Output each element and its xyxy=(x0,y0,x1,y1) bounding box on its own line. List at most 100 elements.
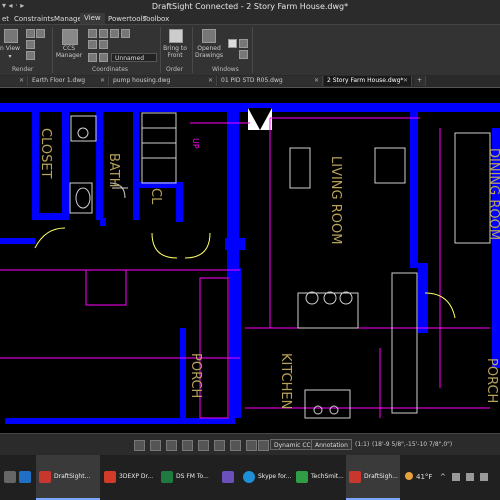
title-bar: ▾ ◂ · ▸ DraftSight Connected - 2 Story F… xyxy=(0,0,500,13)
close-icon[interactable]: ✕ xyxy=(100,76,105,86)
ccs-manager-button[interactable]: CCS Manager xyxy=(55,45,83,59)
new-tab-button[interactable]: + xyxy=(414,76,426,86)
room-label-dining-room: DINING ROOM xyxy=(486,148,500,240)
room-label-closet: CLOSET xyxy=(38,128,53,179)
esnap-toggle-icon[interactable] xyxy=(198,440,209,451)
render-icon-3[interactable] xyxy=(26,40,35,49)
window-title: DraftSight Connected - 2 Story Farm Hous… xyxy=(151,2,349,11)
divider xyxy=(52,27,53,73)
bring-to-front-icon[interactable] xyxy=(169,29,183,43)
coordinates-readout: (18'-9 5/8",-15'-10 7/8",0") xyxy=(372,441,453,448)
taskbar-item-draftsight-1[interactable]: DraftSight... xyxy=(36,455,100,500)
room-label-porch-right: PORCH xyxy=(484,358,499,403)
taskbar-item-ds-fm[interactable]: DS FM To... xyxy=(158,455,218,500)
ucs-icon-5[interactable] xyxy=(88,40,97,49)
ucs-icon-3[interactable] xyxy=(110,29,119,38)
named-view-label[interactable]: n View xyxy=(0,45,20,52)
bring-to-front-button[interactable]: Bring to Front xyxy=(161,45,189,59)
task-view-icon[interactable] xyxy=(2,455,16,500)
ucs-icon-6[interactable] xyxy=(99,40,108,49)
ortho-toggle-icon[interactable] xyxy=(166,440,177,451)
group-label-render: Render xyxy=(12,66,34,73)
battery-icon[interactable] xyxy=(480,473,488,481)
menu-bar: et Constraints Manage View Powertools To… xyxy=(0,13,500,24)
group-label-order: Order xyxy=(166,66,184,73)
taskbar-item-draftsight-2[interactable]: DraftSigh... xyxy=(346,455,400,500)
status-bar: Dynamic CCS Annotation (1:1) (18'-9 5/8"… xyxy=(0,433,500,456)
menu-item-et[interactable]: et xyxy=(2,15,9,23)
volume-icon[interactable] xyxy=(466,473,474,481)
scale-readout: (1:1) xyxy=(355,441,370,448)
quick-input-icon[interactable] xyxy=(258,440,269,451)
close-icon[interactable]: ✕ xyxy=(314,76,319,86)
ucs-select[interactable]: Unnamed xyxy=(111,53,157,62)
document-tabs: ✕ Earth Floor 1.dwg ✕ pump housing.dwg ✕ 0… xyxy=(0,75,500,88)
room-labels: CLOSET BATH CL LIVING ROOM DINING ROOM K… xyxy=(38,128,500,409)
divider xyxy=(192,27,193,73)
ucs-icon-7[interactable] xyxy=(88,53,97,62)
draftsight-icon xyxy=(349,471,361,483)
close-icon[interactable]: ✕ xyxy=(403,76,408,86)
room-label-living-room: LIVING ROOM xyxy=(328,156,343,244)
polar-toggle-icon[interactable] xyxy=(182,440,193,451)
tab-prev-overflow[interactable]: ✕ xyxy=(0,76,28,86)
close-icon[interactable]: ✕ xyxy=(19,76,24,86)
weather-temperature[interactable]: 41°F xyxy=(416,473,432,481)
room-label-kitchen: KITCHEN xyxy=(278,353,293,409)
menu-item-manage[interactable]: Manage xyxy=(54,15,82,23)
annotation-scale-dropdown[interactable]: Annotation xyxy=(311,439,352,450)
room-label-porch: PORCH xyxy=(188,353,203,398)
window-tile-vertical-icon[interactable] xyxy=(239,50,248,59)
ribbon: n View ▾ Render CCS Manager Unnamed Coor… xyxy=(0,24,500,76)
ucs-icon-4[interactable] xyxy=(121,29,130,38)
tab-earth-floor[interactable]: Earth Floor 1.dwg ✕ xyxy=(29,76,109,86)
group-label-coordinates: Coordinates xyxy=(92,66,129,73)
named-view-dropdown[interactable]: ▾ xyxy=(0,53,20,60)
drawing-canvas[interactable]: CLOSET BATH CL LIVING ROOM DINING ROOM K… xyxy=(0,88,500,433)
lineweight-toggle-icon[interactable] xyxy=(230,440,241,451)
taskbar-app-icon[interactable] xyxy=(18,455,32,500)
named-view-icon[interactable] xyxy=(4,29,18,43)
snap-toggle-icon[interactable] xyxy=(134,440,145,451)
draftsight-icon xyxy=(39,471,51,483)
window-tile-icon[interactable] xyxy=(239,39,248,48)
walls xyxy=(0,103,500,424)
opened-drawings-button[interactable]: Opened Drawings xyxy=(194,45,224,59)
menu-item-view[interactable]: View xyxy=(80,13,105,24)
taskbar-app-icon xyxy=(19,471,31,483)
model-toggle-icon[interactable] xyxy=(246,440,257,451)
opened-drawings-icon[interactable] xyxy=(202,29,216,43)
menu-item-powertools[interactable]: Powertools xyxy=(108,15,146,23)
ucs-icon-2[interactable] xyxy=(99,29,108,38)
3dexperience-icon xyxy=(104,471,116,483)
taskbar-item-skype[interactable]: Skype for... xyxy=(240,455,292,500)
tab-farm-house[interactable]: 2 Story Farm House.dwg* ✕ xyxy=(324,76,412,86)
weather-icon[interactable] xyxy=(405,472,413,480)
render-icon-1[interactable] xyxy=(26,29,35,38)
tab-pump-housing[interactable]: pump housing.dwg ✕ xyxy=(110,76,217,86)
render-icon-4[interactable] xyxy=(26,51,35,60)
tray-chevron-icon[interactable]: ^ xyxy=(440,473,446,481)
etrack-toggle-icon[interactable] xyxy=(214,440,225,451)
divider xyxy=(252,27,253,73)
render-icon-2[interactable] xyxy=(36,29,45,38)
grid-toggle-icon[interactable] xyxy=(150,440,161,451)
close-icon[interactable]: ✕ xyxy=(208,76,213,86)
ucs-icon-8[interactable] xyxy=(99,53,108,62)
ccs-manager-icon[interactable] xyxy=(62,29,78,45)
excel-icon xyxy=(161,471,173,483)
menu-item-toolbox[interactable]: Toolbox xyxy=(143,15,169,23)
taskbar-app-icon[interactable] xyxy=(220,455,236,500)
taskbar-item-techsmith[interactable]: TechSmit... xyxy=(293,455,345,500)
stair-up-label: UP xyxy=(191,138,200,149)
task-view-icon xyxy=(4,471,16,483)
tab-pid-std[interactable]: 01 PID STD R05.dwg ✕ xyxy=(218,76,323,86)
ucs-icon-1[interactable] xyxy=(88,29,97,38)
room-label-bath: BATH xyxy=(106,153,121,188)
taskbar-app-icon xyxy=(222,471,234,483)
menu-item-constraints[interactable]: Constraints xyxy=(14,15,54,23)
network-icon[interactable] xyxy=(452,473,460,481)
techsmith-icon xyxy=(296,471,308,483)
window-cascade-icon[interactable] xyxy=(228,39,237,48)
taskbar-item-3dexp[interactable]: 3DEXP Dr... xyxy=(101,455,157,500)
